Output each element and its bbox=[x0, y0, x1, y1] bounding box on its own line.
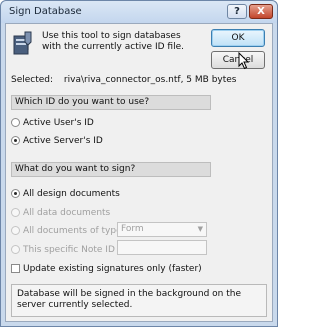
radio-label: All documents of type bbox=[23, 226, 122, 236]
intro-text: Use this tool to sign databases with the… bbox=[42, 31, 184, 52]
radio-checked[interactable] bbox=[11, 189, 20, 198]
radio-label: Active User's ID bbox=[23, 118, 94, 128]
all-design-documents-radio[interactable]: All design documents bbox=[11, 189, 120, 200]
radio-label: This specific Note ID bbox=[23, 245, 115, 255]
selected-database-path: riva\riva_connector_os.ntf, 5 MB bytes bbox=[63, 75, 237, 85]
checkbox-label: Update existing signatures only (faster) bbox=[23, 264, 202, 274]
radio-unchecked[interactable] bbox=[11, 226, 20, 235]
id-section-heading: Which ID do you want to use? bbox=[11, 95, 211, 110]
radio-label: All design documents bbox=[23, 189, 120, 199]
status-message: Database will be signed in the backgroun… bbox=[11, 284, 267, 317]
title-bar: Sign Database ? X bbox=[1, 1, 277, 23]
chevron-down-icon: ▼ bbox=[197, 225, 203, 233]
radio-checked[interactable] bbox=[11, 136, 20, 145]
document-type-select[interactable]: Form ▼ bbox=[117, 222, 207, 237]
window-title: Sign Database bbox=[9, 6, 82, 17]
update-existing-checkbox[interactable]: Update existing signatures only (faster) bbox=[11, 264, 202, 275]
ok-button[interactable]: OK bbox=[211, 29, 265, 47]
document-type-value: Form bbox=[121, 224, 144, 234]
selected-database-row: Selected: riva\riva_connector_os.ntf, 5 … bbox=[11, 75, 236, 85]
close-button[interactable]: X bbox=[249, 4, 273, 19]
all-documents-of-type-radio[interactable]: All documents of type bbox=[11, 226, 122, 237]
active-user-id-radio[interactable]: Active User's ID bbox=[11, 118, 94, 129]
checkbox-unchecked[interactable] bbox=[11, 264, 20, 273]
radio-unchecked[interactable] bbox=[11, 208, 20, 217]
sign-section-heading: What do you want to sign? bbox=[11, 162, 211, 177]
radio-label: Active Server's ID bbox=[23, 136, 103, 146]
radio-unchecked[interactable] bbox=[11, 245, 20, 254]
all-data-documents-radio[interactable]: All data documents bbox=[11, 208, 110, 219]
radio-unchecked[interactable] bbox=[11, 118, 20, 127]
help-button[interactable]: ? bbox=[227, 4, 247, 19]
dialog-body: Use this tool to sign databases with the… bbox=[5, 23, 273, 322]
note-id-input[interactable] bbox=[117, 240, 207, 255]
sign-database-dialog: Sign Database ? X Use this tool to sign … bbox=[0, 0, 278, 327]
specific-note-id-radio[interactable]: This specific Note ID bbox=[11, 245, 115, 256]
mouse-pointer-icon bbox=[238, 52, 250, 70]
selected-label: Selected: bbox=[11, 75, 54, 85]
active-server-id-radio[interactable]: Active Server's ID bbox=[11, 136, 103, 147]
radio-label: All data documents bbox=[23, 208, 111, 218]
signature-tool-icon bbox=[13, 31, 32, 55]
